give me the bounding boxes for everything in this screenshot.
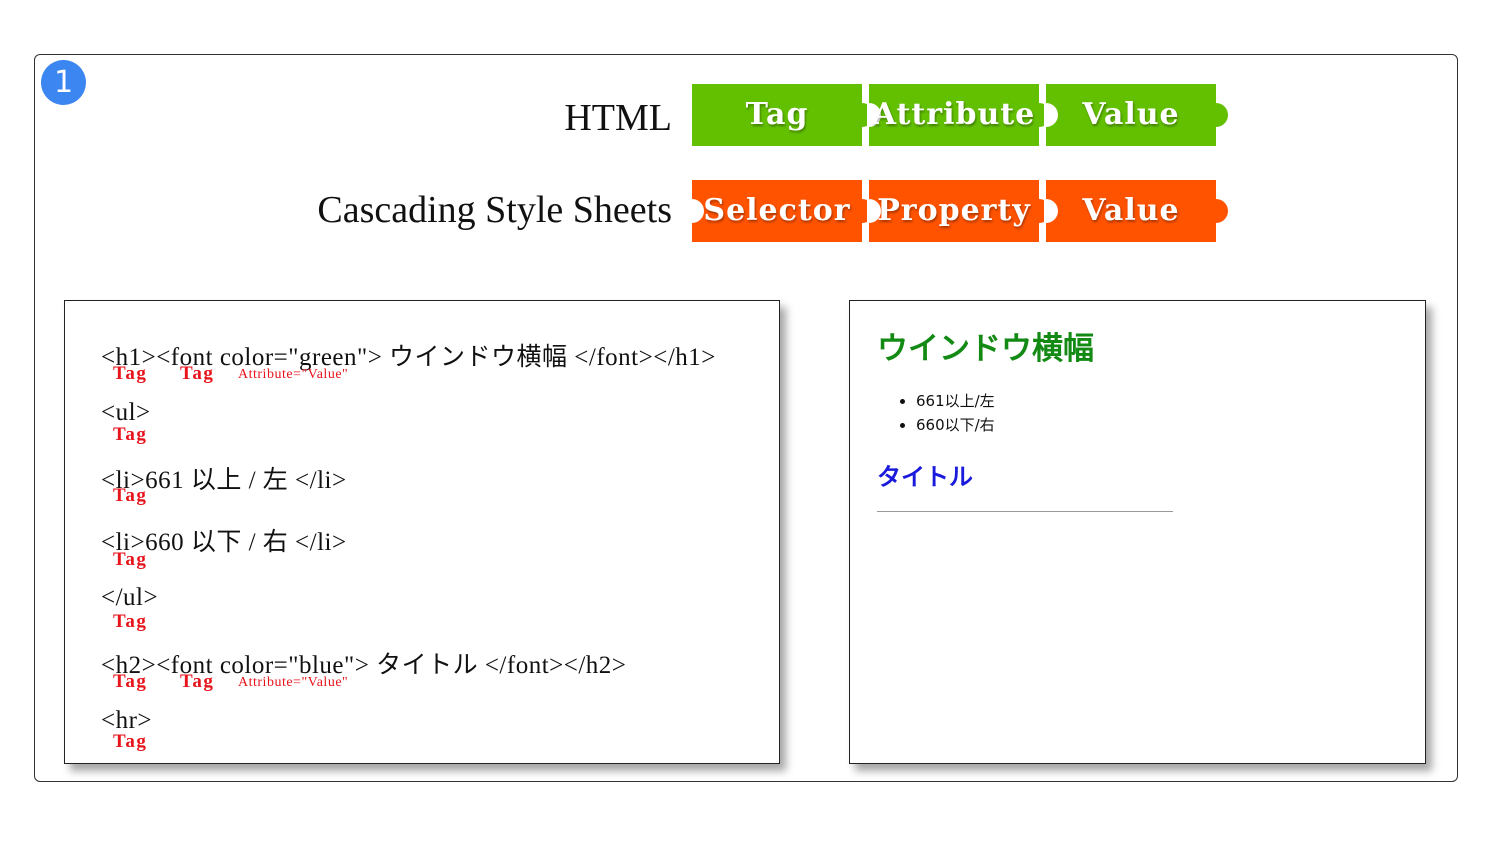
css-value-piece-label: Value <box>1082 193 1180 228</box>
tag-annotation: Tag <box>113 485 148 506</box>
preview-list-item: 660以下/右 <box>916 413 995 437</box>
tag-annotation: Tag <box>113 611 148 632</box>
code-line-ul-close: </ul> <box>101 584 159 611</box>
tag-annotation: Tag <box>113 731 148 752</box>
css-row-label: Cascading Style Sheets <box>317 189 672 231</box>
tag-annotation: Tag <box>113 363 148 384</box>
step-number-badge: 1 <box>41 60 86 105</box>
html-value-piece: Value <box>1044 84 1228 146</box>
html-attribute-piece: Attribute <box>867 84 1051 146</box>
tag-annotation: Tag <box>113 671 148 692</box>
preview-panel: ウインドウ横幅 661以上/左 660以下/右 タイトル <box>849 300 1426 764</box>
preview-heading-2: タイトル <box>877 463 973 491</box>
tag-annotation: Tag <box>113 549 148 570</box>
css-value-piece: Value <box>1044 180 1228 242</box>
html-row-label: HTML <box>564 97 672 139</box>
tag-annotation: Tag <box>180 671 215 692</box>
css-selector-piece: Selector <box>690 180 874 242</box>
preview-heading-1: ウインドウ横幅 <box>877 331 1094 367</box>
attribute-annotation: Attribute="Value" <box>238 367 349 382</box>
tag-annotation: Tag <box>113 424 148 445</box>
css-property-piece: Property <box>867 180 1051 242</box>
preview-horizontal-rule <box>877 511 1173 512</box>
html-attribute-piece-label: Attribute <box>872 97 1036 132</box>
css-selector-piece-label: Selector <box>703 193 851 228</box>
code-panel: <h1><font color="green"> ウインドウ横幅 </font>… <box>64 300 780 764</box>
tag-annotation: Tag <box>180 363 215 384</box>
css-property-piece-label: Property <box>877 193 1031 228</box>
html-value-piece-label: Value <box>1082 97 1180 132</box>
preview-list: 661以上/左 660以下/右 <box>898 389 995 437</box>
attribute-annotation: Attribute="Value" <box>238 675 349 690</box>
code-line-ul-open: <ul> <box>101 399 151 426</box>
html-tag-piece-label: Tag <box>745 97 809 132</box>
preview-list-item: 661以上/左 <box>916 389 995 413</box>
html-tag-piece: Tag <box>692 84 874 146</box>
